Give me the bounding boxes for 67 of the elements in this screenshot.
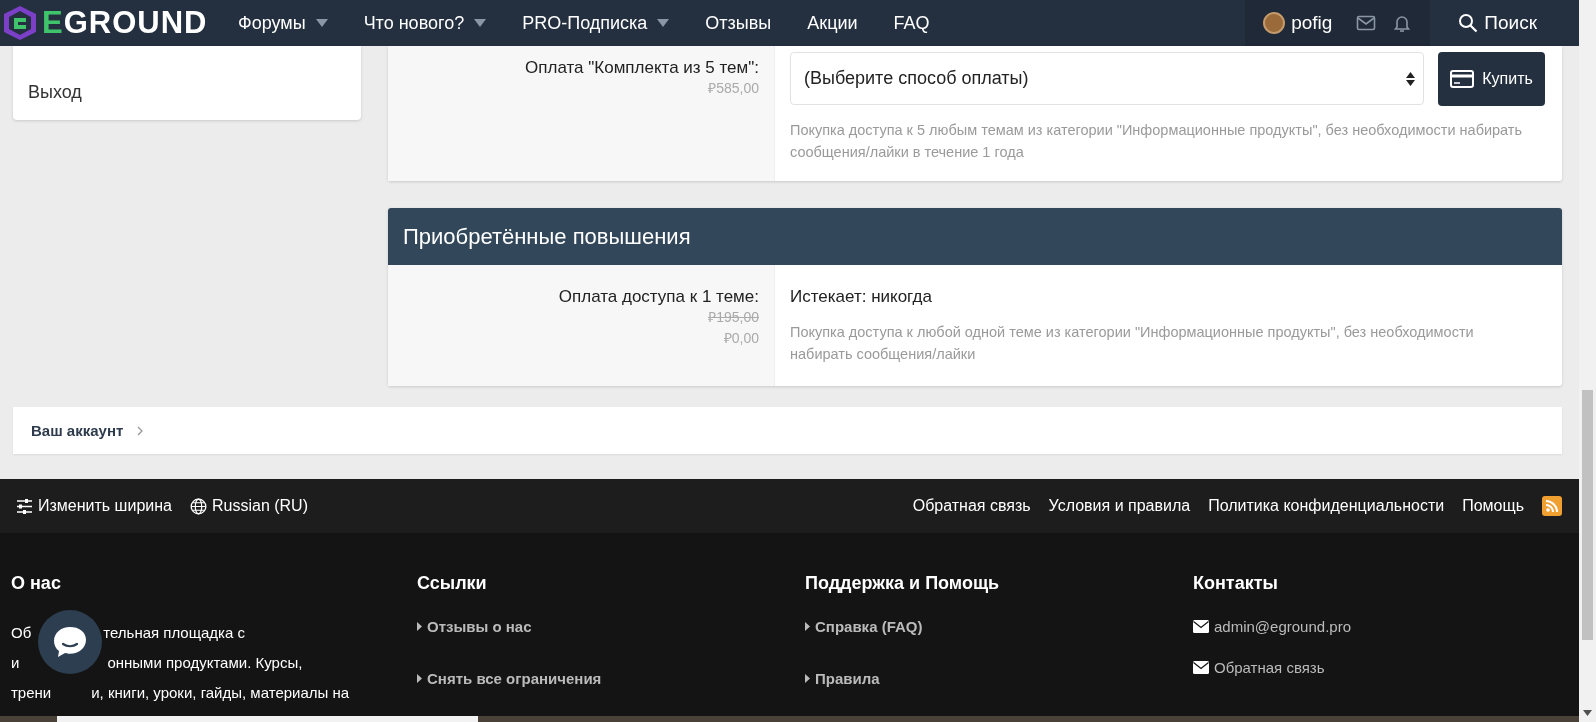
- triangle-icon: [417, 622, 422, 631]
- user-menu[interactable]: pofig: [1263, 12, 1333, 34]
- description: Покупка доступа к 5 любым темам из категории "Информационные продукты", без необходимости набирать сообщения/лайки в течение 1 года: [790, 121, 1524, 162]
- sidebar-item[interactable]: Выход: [28, 82, 361, 103]
- chevron-icon: [137, 425, 145, 436]
- shield-icon[interactable]: [2, 5, 38, 41]
- rss-icon[interactable]: [1542, 496, 1562, 516]
- buy-button[interactable]: Купить: [1438, 52, 1545, 106]
- about-text: трени: [11, 683, 52, 703]
- logo-text[interactable]: EGROUND: [42, 5, 208, 41]
- section-title: Приобретённые повышения: [388, 208, 1562, 265]
- nav-item[interactable]: PRO-Подписка: [504, 0, 688, 46]
- row-label: Оплата доступа к 1 теме:: [558, 287, 759, 307]
- column-title: Поддержка и Помощь: [805, 573, 1001, 594]
- footer-link[interactable]: Правила: [805, 670, 1193, 687]
- about-text: Об: [11, 623, 32, 643]
- bell-icon[interactable]: [1392, 13, 1413, 33]
- nav-item[interactable]: Что нового?: [345, 0, 505, 46]
- nav-item[interactable]: Акции: [789, 0, 876, 46]
- nav-item[interactable]: FAQ: [875, 0, 948, 46]
- sliders-icon: [16, 497, 33, 515]
- breadcrumb-link[interactable]: Ваш аккаунт: [31, 422, 124, 439]
- price: ₽585,00: [708, 79, 759, 98]
- column-title: Ссылки: [417, 573, 488, 594]
- contact-link[interactable]: Обратная связь: [1193, 659, 1579, 676]
- language-link[interactable]: Russian (RU): [189, 497, 308, 515]
- envelope-icon: [1193, 620, 1209, 633]
- about-text: тельная площадка с: [103, 623, 246, 643]
- column-title: Контакты: [1193, 573, 1279, 594]
- contact-link[interactable]: admin@eground.pro: [1193, 618, 1579, 635]
- row-label: Оплата "Комплекта из 5 тем":: [525, 58, 759, 78]
- avatar: [1263, 12, 1286, 34]
- expiry-text: Истекает: никогда: [790, 287, 933, 307]
- search-icon: [1458, 13, 1479, 33]
- globe-icon: [189, 497, 207, 515]
- old-price: ₽195,00: [708, 308, 759, 327]
- about-text: онными продуктами. Курсы,: [107, 653, 303, 673]
- width-toggle[interactable]: Изменить ширина: [16, 497, 172, 515]
- triangle-icon: [417, 674, 422, 683]
- footer-link[interactable]: Обратная связь: [912, 497, 1031, 515]
- triangle-icon: [805, 622, 810, 631]
- speech-bubble-icon: [52, 625, 88, 659]
- caret-icon: [474, 19, 487, 27]
- about-text: и, книги, уроки, гайды, материалы на: [91, 683, 350, 703]
- nav-item[interactable]: Форумы: [220, 0, 346, 46]
- caret-icon: [657, 19, 670, 27]
- scrollbar-thumb[interactable]: [1582, 390, 1593, 640]
- updown-icon: [1406, 71, 1415, 86]
- scrollbar[interactable]: [1579, 0, 1596, 722]
- footer-link[interactable]: Справка (FAQ): [805, 618, 1193, 635]
- mail-icon[interactable]: [1356, 13, 1377, 33]
- description: Покупка доступа к любой одной теме из категории "Информационные продукты", без необходимости набирать сообщения/лайки: [790, 323, 1475, 364]
- nav-item[interactable]: Отзывы: [687, 0, 790, 46]
- footer-link[interactable]: Политика конфиденциальности: [1208, 497, 1445, 515]
- scroll-down-icon[interactable]: [1583, 710, 1592, 716]
- column-title: О нас: [11, 573, 62, 594]
- footer-link[interactable]: Отзывы о нас: [417, 618, 805, 635]
- triangle-icon: [805, 674, 810, 683]
- envelope-icon: [1193, 661, 1209, 674]
- price: ₽0,00: [723, 329, 759, 348]
- caret-icon: [315, 19, 328, 27]
- credit-card-icon: [1450, 70, 1475, 88]
- footer-link[interactable]: Снять все ограничения: [417, 670, 805, 687]
- about-text: и: [11, 653, 20, 673]
- footer-link[interactable]: Условия и правила: [1048, 497, 1191, 515]
- payment-select[interactable]: (Выберите способ оплаты): [790, 52, 1424, 105]
- footer-link[interactable]: Помощь: [1462, 497, 1524, 515]
